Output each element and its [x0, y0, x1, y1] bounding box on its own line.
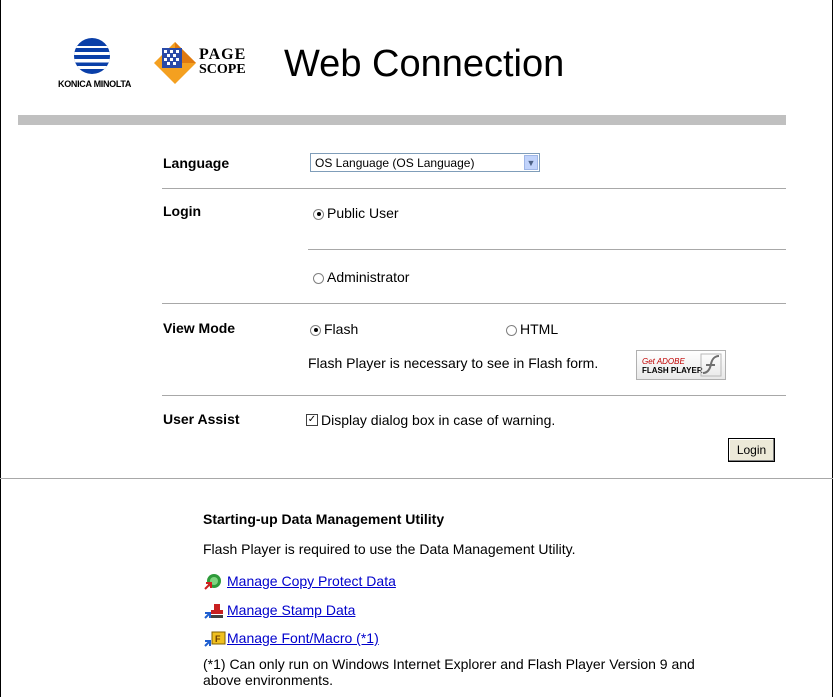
page-frame — [0, 0, 833, 697]
product-small-bottom: SCOPE — [199, 62, 246, 77]
radio-public-user[interactable] — [313, 208, 324, 220]
manage-stamp-link[interactable]: Manage Stamp Data — [203, 602, 355, 620]
user-assist-checkbox-row[interactable]: ✓ Display dialog box in case of warning. — [306, 412, 555, 428]
divider — [162, 395, 786, 396]
flash-player-icon — [700, 353, 722, 377]
manage-font-macro-link[interactable]: F Manage Font/Macro (*1) — [203, 630, 379, 648]
utility-title: Starting-up Data Management Utility — [203, 511, 445, 527]
login-option-label: Public User — [327, 205, 399, 221]
konica-minolta-globe-icon — [74, 38, 110, 74]
svg-text:F: F — [215, 634, 221, 644]
user-assist-label: User Assist — [163, 411, 240, 427]
stamp-icon — [204, 604, 223, 620]
utility-description: Flash Player is required to use the Data… — [203, 541, 576, 557]
link-label[interactable]: Manage Stamp Data — [227, 602, 355, 618]
login-button[interactable]: Login — [728, 438, 775, 462]
pagescope-logo: PAGE SCOPE Web Connection — [152, 40, 572, 90]
chevron-down-icon[interactable]: ▼ — [524, 155, 538, 170]
user-assist-checkbox[interactable]: ✓ — [306, 414, 318, 427]
radio-administrator[interactable] — [313, 272, 324, 284]
copy-protect-icon — [204, 574, 221, 591]
link-label[interactable]: Manage Font/Macro (*1) — [227, 630, 379, 646]
language-label: Language — [163, 155, 230, 171]
badge-line-1: Get ADOBE — [642, 357, 685, 366]
footnote: (*1) Can only run on Windows Internet Ex… — [203, 656, 695, 688]
view-mode-option-flash[interactable]: Flash — [310, 321, 358, 337]
view-mode-option-label: HTML — [520, 321, 559, 337]
user-assist-checkbox-label: Display dialog box in case of warning. — [321, 412, 556, 428]
get-flash-player-badge[interactable]: Get ADOBE FLASH PLAYER — [636, 350, 726, 380]
manage-copy-protect-link[interactable]: Manage Copy Protect Data — [203, 573, 396, 591]
link-label[interactable]: Manage Copy Protect Data — [227, 573, 396, 589]
radio-flash[interactable] — [310, 324, 321, 336]
badge-line-2: FLASH PLAYER — [642, 366, 703, 375]
login-label: Login — [163, 203, 202, 219]
divider — [308, 249, 786, 250]
footnote-line-1: (*1) Can only run on Windows Internet Ex… — [203, 656, 695, 672]
divider — [0, 478, 833, 479]
flash-note: Flash Player is necessary to see in Flas… — [308, 355, 599, 371]
view-mode-label: View Mode — [163, 320, 236, 336]
language-select-value: OS Language (OS Language) — [315, 156, 475, 170]
view-mode-option-html[interactable]: HTML — [506, 321, 558, 337]
divider — [162, 188, 786, 189]
view-mode-option-label: Flash — [324, 321, 359, 337]
font-macro-icon: F — [204, 631, 226, 648]
pagescope-diamond-icon — [154, 42, 196, 84]
konica-minolta-logo: KONICA MINOLTA — [58, 36, 132, 92]
login-option-administrator[interactable]: Administrator — [313, 269, 409, 285]
header-bar — [18, 115, 786, 125]
divider — [162, 303, 786, 304]
radio-html[interactable] — [506, 324, 517, 336]
brand-name: KONICA MINOLTA — [58, 79, 132, 89]
login-option-label: Administrator — [327, 269, 410, 285]
product-small-top: PAGE — [199, 46, 247, 63]
footnote-line-2: above environments. — [203, 672, 333, 688]
language-select[interactable]: OS Language (OS Language) ▼ — [310, 153, 540, 172]
product-name: Web Connection — [284, 43, 565, 85]
login-option-public-user[interactable]: Public User — [313, 205, 399, 221]
